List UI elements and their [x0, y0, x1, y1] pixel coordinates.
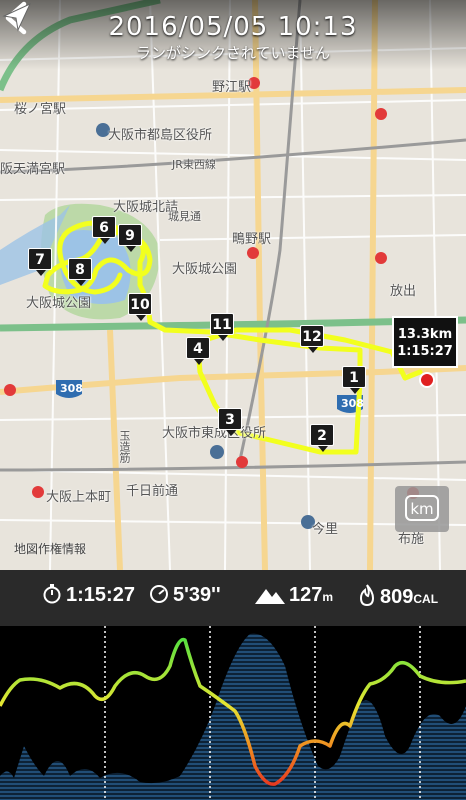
- run-date-time: 2016/05/05 10:13: [108, 12, 358, 42]
- split-marker-1[interactable]: 1: [342, 366, 366, 394]
- unit-toggle-button[interactable]: km: [395, 486, 449, 532]
- callout-time: 1:15:27: [397, 344, 453, 359]
- map-label: 城見通: [168, 210, 201, 223]
- split-marker-11[interactable]: 11: [210, 313, 234, 341]
- flame-icon: [359, 584, 375, 607]
- header-bar: 2016/05/05 10:13 ランがシンクされていません: [0, 0, 466, 70]
- speedometer-icon: [150, 585, 168, 603]
- map-label: 阪天満宮駅: [0, 162, 66, 177]
- split-marker-3[interactable]: 3: [218, 408, 242, 436]
- map-label: 千日前通: [126, 484, 179, 499]
- callout-distance: 13.3km: [397, 327, 453, 342]
- map-label: 大阪城公園: [172, 262, 238, 277]
- map-label: 大阪市都島区役所: [108, 128, 213, 143]
- map-label: 308: [341, 397, 364, 410]
- duration-stat: 1:15:27: [42, 584, 135, 607]
- split-marker-12[interactable]: 12: [300, 325, 324, 353]
- elevation-area: [0, 633, 466, 800]
- finish-point-marker: [419, 372, 435, 388]
- split-marker-7[interactable]: 7: [28, 248, 52, 276]
- elevation-unit: m: [322, 590, 334, 604]
- split-marker-10[interactable]: 10: [128, 293, 152, 321]
- sync-status-text: ランがシンクされていません: [135, 44, 331, 62]
- split-marker-9[interactable]: 9: [118, 224, 142, 252]
- unit-toggle-label: km: [405, 495, 439, 521]
- route-map[interactable]: 2016/05/05 10:13 ランがシンクされていません 野江駅大阪市都島区…: [0, 0, 466, 570]
- location-arrow-icon[interactable]: [0, 0, 34, 34]
- map-attribution[interactable]: 地図作権情報: [14, 540, 86, 557]
- map-label: 大阪上本町: [46, 490, 112, 505]
- map-label: 308: [60, 382, 83, 395]
- map-label: 放出: [390, 284, 417, 299]
- map-label: 大阪市東成区役所: [162, 426, 267, 441]
- map-label: 桜ノ宮駅: [14, 102, 67, 117]
- map-label: 鴫野駅: [232, 232, 272, 247]
- calories-value: 809: [380, 586, 414, 608]
- pace-value: 5'39'': [173, 584, 221, 606]
- map-label: JR東西線: [172, 158, 216, 171]
- elevation-value: 127: [289, 584, 323, 606]
- split-marker-2[interactable]: 2: [310, 424, 334, 452]
- map-label: 大阪城公園: [26, 296, 92, 311]
- stopwatch-icon: [43, 584, 61, 604]
- map-label: 野江駅: [212, 80, 252, 95]
- stats-bar: 1:15:27 5'39'' 127m 809CAL: [0, 570, 466, 626]
- duration-value: 1:15:27: [66, 584, 135, 606]
- calories-unit: CAL: [413, 592, 439, 606]
- calories-stat: 809CAL: [358, 584, 438, 609]
- map-label: 玉造筋: [118, 430, 131, 463]
- elevation-stat: 127m: [255, 584, 333, 607]
- pace-stat: 5'39'': [149, 584, 221, 607]
- map-label: 今里: [312, 522, 339, 537]
- split-marker-6[interactable]: 6: [92, 216, 116, 244]
- pace-elevation-graph[interactable]: [0, 626, 466, 800]
- mountain-icon: [255, 589, 285, 604]
- summary-callout[interactable]: 13.3km 1:15:27: [392, 316, 458, 368]
- split-marker-8[interactable]: 8: [68, 258, 92, 286]
- split-marker-4[interactable]: 4: [186, 337, 210, 365]
